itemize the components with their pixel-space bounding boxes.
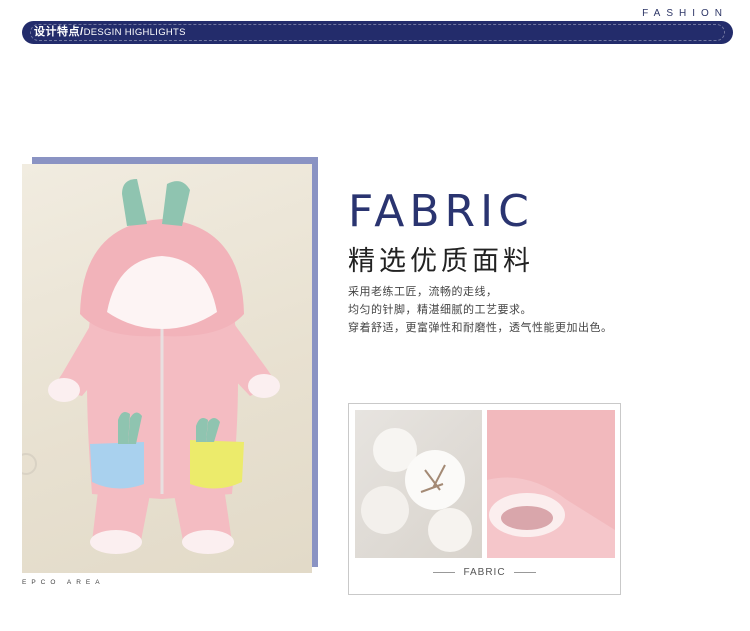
header-banner: 设计特点/DESGIN HIGHLIGHTS [22, 21, 733, 44]
description-line: 均匀的针脚，精湛细腻的工艺要求。 [348, 304, 532, 316]
banner-title-en: DESGIN HIGHLIGHTS [83, 27, 186, 38]
cuff-photo [487, 410, 615, 558]
photo-caption: EPCO AREA [22, 579, 105, 586]
romper-photo [22, 164, 312, 573]
fabric-title: FABRIC [348, 186, 534, 237]
cotton-illustration [361, 428, 472, 552]
cuff-illustration [487, 410, 615, 558]
romper-illustration [22, 179, 280, 554]
banner-title-cn: 设计特点/ [34, 26, 84, 38]
fashion-label: FASHION [642, 8, 728, 19]
cotton-photo [355, 410, 482, 558]
detail-caption: FABRIC [349, 567, 620, 578]
fabric-description: 采用老练工匠，流畅的走线， 均匀的针脚，精湛细腻的工艺要求。 穿着舒适，更富弹性… [348, 283, 613, 337]
fabric-subtitle: 精选优质面料 [348, 246, 534, 276]
banner-title: 设计特点/DESGIN HIGHLIGHTS [34, 25, 186, 40]
description-line: 采用老练工匠，流畅的走线， [348, 286, 498, 298]
description-line: 穿着舒适，更富弹性和耐磨性，透气性能更加出色。 [348, 322, 613, 334]
fabric-detail-box: FABRIC [348, 403, 621, 595]
